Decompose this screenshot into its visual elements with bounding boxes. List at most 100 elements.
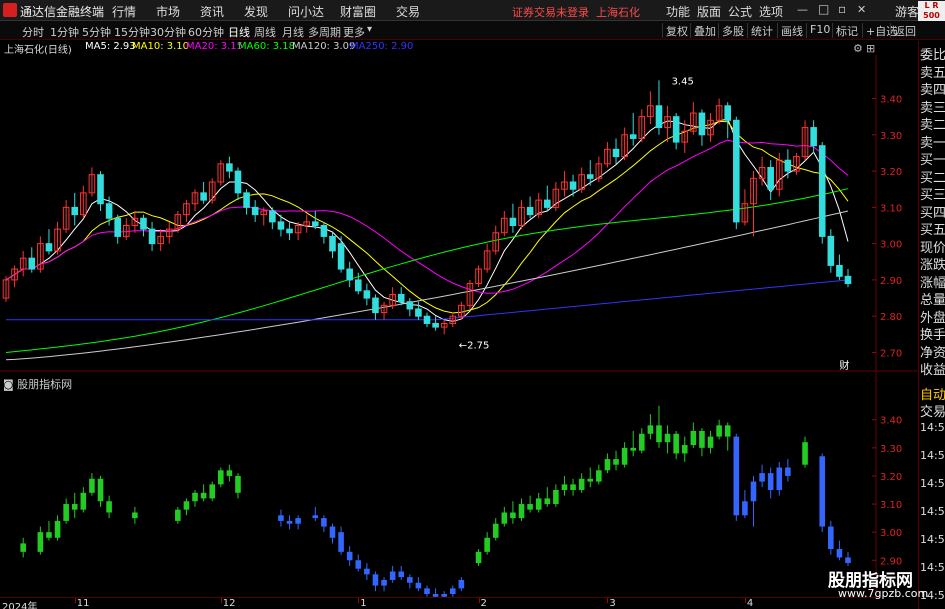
ind-bar [54,520,61,538]
toolbar-button-0[interactable]: 复权 [662,23,691,38]
ind-bar [647,425,654,434]
toolbar-button-8[interactable]: 返回 [890,23,919,38]
period-tab-0[interactable]: 分时 [22,24,44,40]
candle-body [432,322,439,328]
ind-bar [97,478,104,502]
quote-field-10[interactable]: 买五 [920,219,945,238]
quote-field-12[interactable]: 涨跌 [920,254,945,273]
ind-bar [321,518,327,527]
quote-field-8[interactable]: 买三 [920,184,945,203]
candle-body [45,243,53,252]
finance-marker[interactable]: 财 [839,359,849,372]
dropdown-icon[interactable]: ▾ [367,24,372,35]
menu-item-1[interactable]: 市场 [156,3,180,20]
period-tab-5[interactable]: 60分钟 [188,24,224,40]
tick-time-5: 14:56 [920,561,945,574]
tick-time-4: 14:56 [920,533,945,546]
ind-bar [630,447,636,451]
price-tick-label-6: 2.80 [880,312,902,323]
notice-stock[interactable]: 上海石化 [596,6,640,19]
right-menu-item-1[interactable]: 版面 [697,3,721,20]
quote-field-2[interactable]: 卖四 [920,79,945,98]
period-tab-2[interactable]: 5分钟 [82,24,111,40]
quote-field-15[interactable]: 外盘 [920,307,945,326]
quote-field-13[interactable]: 涨幅 [920,272,945,291]
quote-field-6[interactable]: 买一 [920,149,945,168]
menu-item-4[interactable]: 问小达 [288,3,324,20]
period-tab-1[interactable]: 1分钟 [50,24,79,40]
right-menu-item-2[interactable]: 公式 [728,3,752,20]
kline-chart[interactable]: 3.40 3.30 3.20 3.10 3.00 2.90 2.80 2.70 3.45 ←2.7… [0,55,918,372]
quote-field-7[interactable]: 买二 [920,167,945,186]
quote-field-0[interactable]: 委比 [920,44,945,63]
guest-login[interactable]: 游客 [895,3,919,20]
period-tab-7[interactable]: 周线 [254,24,276,40]
quote-field-14[interactable]: 总量 [920,289,945,308]
candle-body [586,174,594,179]
ind-bar [484,537,490,552]
right-menu-item-3[interactable]: 选项 [759,3,783,20]
candle-body [406,301,414,310]
notice-text[interactable]: 证券交易未登录 [512,6,589,19]
ind-bar [381,579,387,586]
close-icon[interactable]: ✕ [857,3,866,16]
period-tab-3[interactable]: 15分钟 [114,24,150,40]
maximize-icon[interactable]: □ [818,2,829,16]
restore-icon[interactable]: ▫ [838,2,846,16]
quote-field-4[interactable]: 卖二 [920,114,945,133]
toolbar-button-6[interactable]: 标记 [832,23,861,38]
quote-side-panel: 委比 卖五 卖四 卖三 卖二 卖一 买一 买二 买三 买四 买五 现价 涨跌 涨幅 总量 外盘 换手 净资 收益 自动… [918,41,945,609]
quote-field-1[interactable]: 卖五 [920,62,945,81]
ind-bar [587,478,594,482]
indicator-chart[interactable]: 3.403.303.203.103.002.90 [0,372,918,597]
candle-body [655,105,663,129]
ind-bar [535,498,542,510]
quote-field-3[interactable]: 卖三 [920,97,945,116]
price-tick-label-2: 3.20 [880,167,902,178]
period-tab-9[interactable]: 多周期 [308,24,341,40]
quote-field-9[interactable]: 买四 [920,202,945,221]
ind-bar [570,484,576,490]
settings-icon[interactable]: ⚙ [853,42,863,55]
toolbar-button-1[interactable]: 叠加 [690,23,719,38]
ind-bar [673,433,679,454]
menu-item-3[interactable]: 发现 [244,3,268,20]
period-tab-4[interactable]: 30分钟 [150,24,186,40]
trade-label[interactable]: 交易 [920,401,945,420]
quote-field-17[interactable]: 净资 [920,342,945,361]
ind-bar [20,543,26,552]
ind-bar [80,492,87,510]
indicator-title: ◙ 股朋指标网 [3,378,73,391]
ind-bar [802,442,808,465]
ind-tick-label-4: 3.00 [880,528,902,539]
ind-bar [561,484,568,490]
watermark-url: www.7gpzb.com [838,587,929,600]
menu-item-2[interactable]: 资讯 [200,3,224,20]
ind-tick-label-1: 3.30 [880,444,902,455]
level2-logo-icon[interactable]: L R 500 [918,1,945,21]
zoom-in-icon[interactable]: ⊞ [866,42,875,55]
candle-body [733,119,740,223]
period-tab-8[interactable]: 月线 [282,24,304,40]
toolbar-button-3[interactable]: 统计 [747,23,776,38]
menu-item-0[interactable]: 行情 [112,3,136,20]
minimize-icon[interactable]: — [797,3,808,16]
tick-time-2: 14:56 [920,477,945,490]
quote-field-18[interactable]: 收益 [920,359,945,378]
menu-item-5[interactable]: 财富圈 [340,3,376,20]
trade-notice[interactable]: 证券交易未登录 上海石化 [512,4,640,20]
toolbar-button-5[interactable]: F10 [806,23,833,38]
right-menu-item-0[interactable]: 功能 [666,3,690,20]
toolbar-button-4[interactable]: 画线 [777,23,806,38]
period-tab-10[interactable]: 更多 [343,24,365,40]
ind-bar [724,425,731,437]
quote-field-5[interactable]: 卖一 [920,132,945,151]
quote-field-11[interactable]: 现价 [920,237,945,256]
ind-bar [389,571,396,580]
ind-bar [415,582,422,589]
toolbar-button-2[interactable]: 多股 [718,23,747,38]
period-tab-6[interactable]: 日线 [228,24,250,40]
ind-bar [785,467,791,476]
menu-item-6[interactable]: 交易 [396,3,420,20]
quote-field-16[interactable]: 换手 [920,324,945,343]
